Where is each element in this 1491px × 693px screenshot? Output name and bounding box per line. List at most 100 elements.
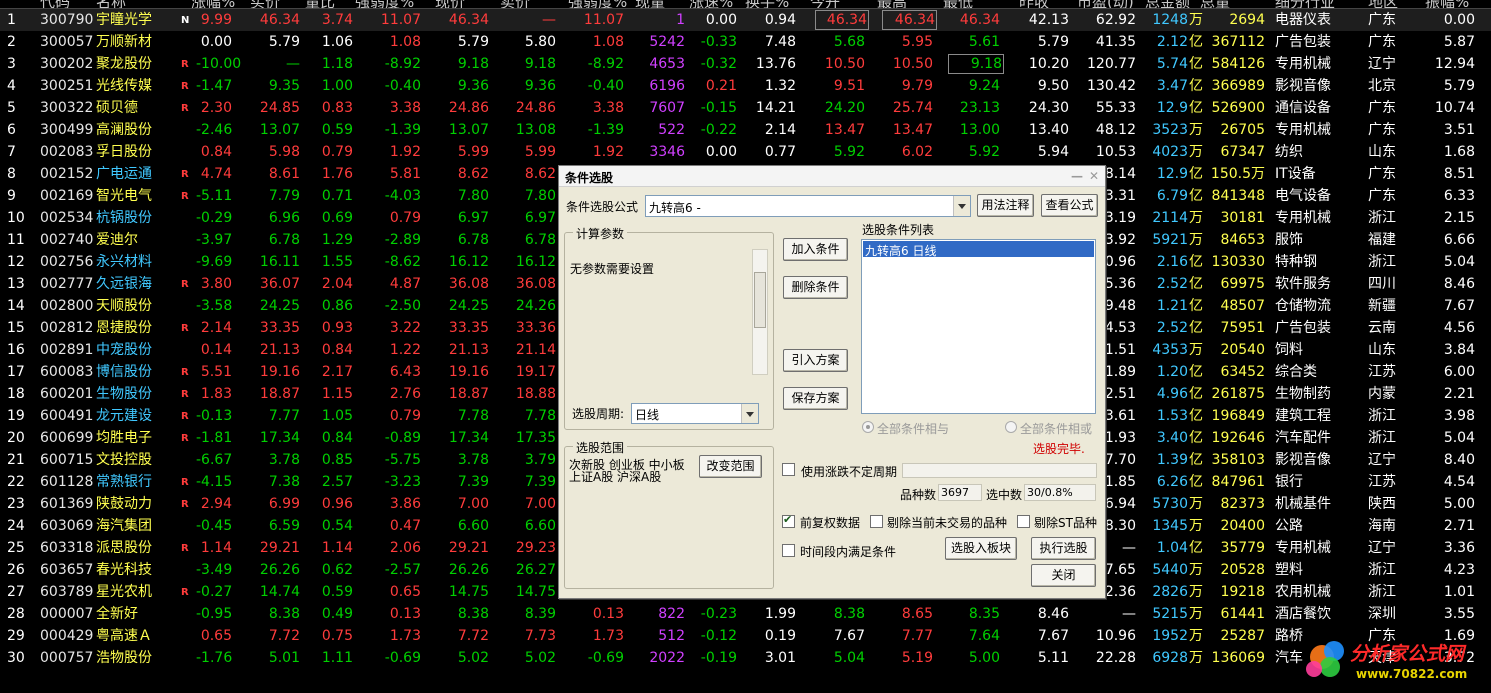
cell-high: 10.50	[892, 56, 933, 72]
cell-last: 7.39	[457, 474, 489, 490]
table-row[interactable]: 7 002083 孚日股份 0.84 5.98 0.79 1.92 5.99 5.99 1.92 3…	[0, 141, 1491, 163]
amount-unit: 亿	[1189, 188, 1203, 204]
cell-ind: 专用机械	[1275, 210, 1331, 226]
cell-last: 8.62	[457, 166, 489, 182]
cell-buy: 21.13	[259, 342, 300, 358]
column-header-tr[interactable]: 换手%	[745, 0, 789, 8]
cell-reg: 广东	[1368, 188, 1396, 204]
column-header-buy[interactable]: 买价	[250, 0, 280, 8]
column-header-sell[interactable]: 卖价	[500, 0, 530, 8]
cell-amp: 5.04	[1443, 430, 1475, 446]
column-header-spd[interactable]: 涨速%	[689, 0, 733, 8]
column-header-high[interactable]: 最高	[877, 0, 907, 8]
cell-reg: 辽宁	[1368, 452, 1396, 468]
column-header-vr[interactable]: 量比	[305, 0, 335, 8]
selected-field: 30/0.8%	[1024, 484, 1096, 501]
cell-chg: -4.15	[196, 474, 233, 490]
cell-s2: -8.92	[587, 56, 624, 72]
cell-buy: 7.79	[268, 188, 300, 204]
table-row[interactable]: 4 R 300251 光线传媒 -1.47 9.35 1.00 -0.40 9.36 9.36 -0…	[0, 75, 1491, 97]
cell-name: 恩捷股份	[96, 320, 152, 336]
adjust-data-checkbox[interactable]	[782, 513, 795, 528]
cell-ind: 影视音像	[1275, 78, 1331, 94]
column-header-open[interactable]: 今开	[810, 0, 840, 8]
table-row[interactable]: 1 N 300790 宇瞳光学 9.99 46.34 3.74 11.07 46.34 — 11.0…	[0, 9, 1491, 31]
exclude-untraded-checkbox[interactable]	[870, 515, 883, 528]
stock-flag-badge: R	[181, 389, 189, 400]
table-row[interactable]: 29 000429 粤高速Ａ 0.65 7.72 0.75 1.73 7.72 7.73 1.73…	[0, 625, 1491, 647]
chevron-down-icon[interactable]	[953, 196, 970, 216]
column-header-s1[interactable]: 强弱度%	[355, 0, 414, 8]
column-header-amt[interactable]: 总金额	[1145, 0, 1190, 8]
dialog-title-bar[interactable]: 条件选股 — ✕	[559, 166, 1105, 187]
minimize-icon[interactable]: —	[1071, 169, 1083, 183]
column-header-name[interactable]: 名称	[96, 0, 126, 8]
select-to-block-button[interactable]: 选股入板块	[945, 537, 1017, 560]
cell-chg: -5.11	[196, 188, 233, 204]
save-scheme-button[interactable]: 保存方案	[783, 387, 848, 410]
table-row[interactable]: 5 R 300322 硕贝德 2.30 24.85 0.83 3.38 24.86 24.86 3.…	[0, 97, 1491, 119]
cell-last: 24.25	[448, 298, 489, 314]
chevron-down-icon[interactable]	[741, 404, 758, 423]
import-scheme-button[interactable]: 引入方案	[783, 349, 848, 372]
close-button[interactable]: 关闭	[1031, 564, 1096, 587]
table-row[interactable]: 2 300057 万顺新材 0.00 5.79 1.06 1.08 5.79 5.80 1.08 5…	[0, 31, 1491, 53]
table-row[interactable]: 6 300499 高澜股份 -2.46 13.07 0.59 -1.39 13.07 13.08…	[0, 119, 1491, 141]
close-icon[interactable]: ✕	[1089, 169, 1099, 183]
cell-vr: 0.54	[321, 518, 353, 534]
usage-notes-button[interactable]: 用法注释	[977, 194, 1034, 217]
column-header-pc[interactable]: 昨收	[1019, 0, 1049, 8]
cell-reg: 浙江	[1368, 562, 1396, 578]
radio-or[interactable]	[1005, 421, 1017, 433]
condition-list[interactable]: 九转高6 日线	[861, 239, 1096, 414]
cell-last: 21.13	[448, 342, 489, 358]
table-row[interactable]: 3 R 300202 聚龙股份 -10.00 — 1.18 -8.92 9.18 9.18 -8.9…	[0, 53, 1491, 75]
cell-buy: 9.35	[268, 78, 300, 94]
column-header-low[interactable]: 最低	[943, 0, 973, 8]
change-range-button[interactable]: 改变范围	[699, 455, 762, 478]
formula-select[interactable]: 九转高6 -	[645, 195, 971, 217]
column-header-s2[interactable]: 强弱度%	[568, 0, 627, 8]
column-header-chg[interactable]: 涨幅%	[191, 0, 235, 8]
row-index: 18	[7, 386, 25, 402]
cell-code: 002777	[40, 276, 94, 292]
execute-selection-button[interactable]: 执行选股	[1031, 537, 1096, 560]
uncertain-period-label: 使用涨跌不定周期	[801, 465, 898, 479]
column-header-reg[interactable]: 地区	[1368, 0, 1398, 8]
delete-condition-button[interactable]: 删除条件	[783, 276, 848, 299]
column-header-last[interactable]: 现价	[435, 0, 465, 8]
condition-list-item[interactable]: 九转高6 日线	[863, 241, 1094, 258]
cell-chg: 5.51	[200, 364, 232, 380]
cell-name: 孚日股份	[96, 144, 152, 160]
table-row[interactable]: 28 000007 全新好 -0.95 8.38 0.49 0.13 8.38 8.39 0.13…	[0, 603, 1491, 625]
time-range-checkbox[interactable]	[782, 544, 795, 557]
add-condition-button[interactable]: 加入条件	[783, 238, 848, 261]
cell-tv: 20528	[1220, 562, 1265, 578]
column-header-tv[interactable]: 总量	[1200, 0, 1230, 8]
radio-and[interactable]	[862, 421, 874, 433]
cell-sell: 33.36	[515, 320, 556, 336]
column-header-ind[interactable]: 细分行业	[1275, 0, 1335, 8]
table-row[interactable]: 30 000757 浩物股份 -1.76 5.01 1.11 -0.69 5.02 5.02 -0…	[0, 647, 1491, 669]
cell-amt: 1.04	[1156, 540, 1188, 556]
params-scrollbar[interactable]	[752, 249, 768, 375]
row-index: 2	[7, 34, 16, 50]
cell-last: 16.12	[448, 254, 489, 270]
cell-vol: 3346	[649, 144, 685, 160]
column-header-pe[interactable]: 市盈(动)	[1077, 0, 1134, 8]
uncertain-period-checkbox[interactable]	[782, 463, 795, 476]
cell-amp: 2.21	[1443, 386, 1475, 402]
scrollbar-thumb[interactable]	[754, 272, 766, 328]
cell-amp: 5.00	[1443, 496, 1475, 512]
column-header-code[interactable]: 代码	[40, 0, 70, 8]
period-select[interactable]: 日线	[631, 403, 759, 424]
view-formula-button[interactable]: 查看公式	[1041, 194, 1098, 217]
cell-vr: 0.96	[321, 496, 353, 512]
exclude-st-checkbox[interactable]	[1017, 515, 1030, 528]
cell-ind: 电气设备	[1275, 188, 1331, 204]
column-header-amp[interactable]: 振幅%	[1425, 0, 1469, 8]
cell-sell: 8.39	[524, 606, 556, 622]
cell-tv: 192646	[1211, 430, 1265, 446]
column-header-vol[interactable]: 现量	[635, 0, 665, 8]
cell-pe: 41.35	[1095, 34, 1136, 50]
